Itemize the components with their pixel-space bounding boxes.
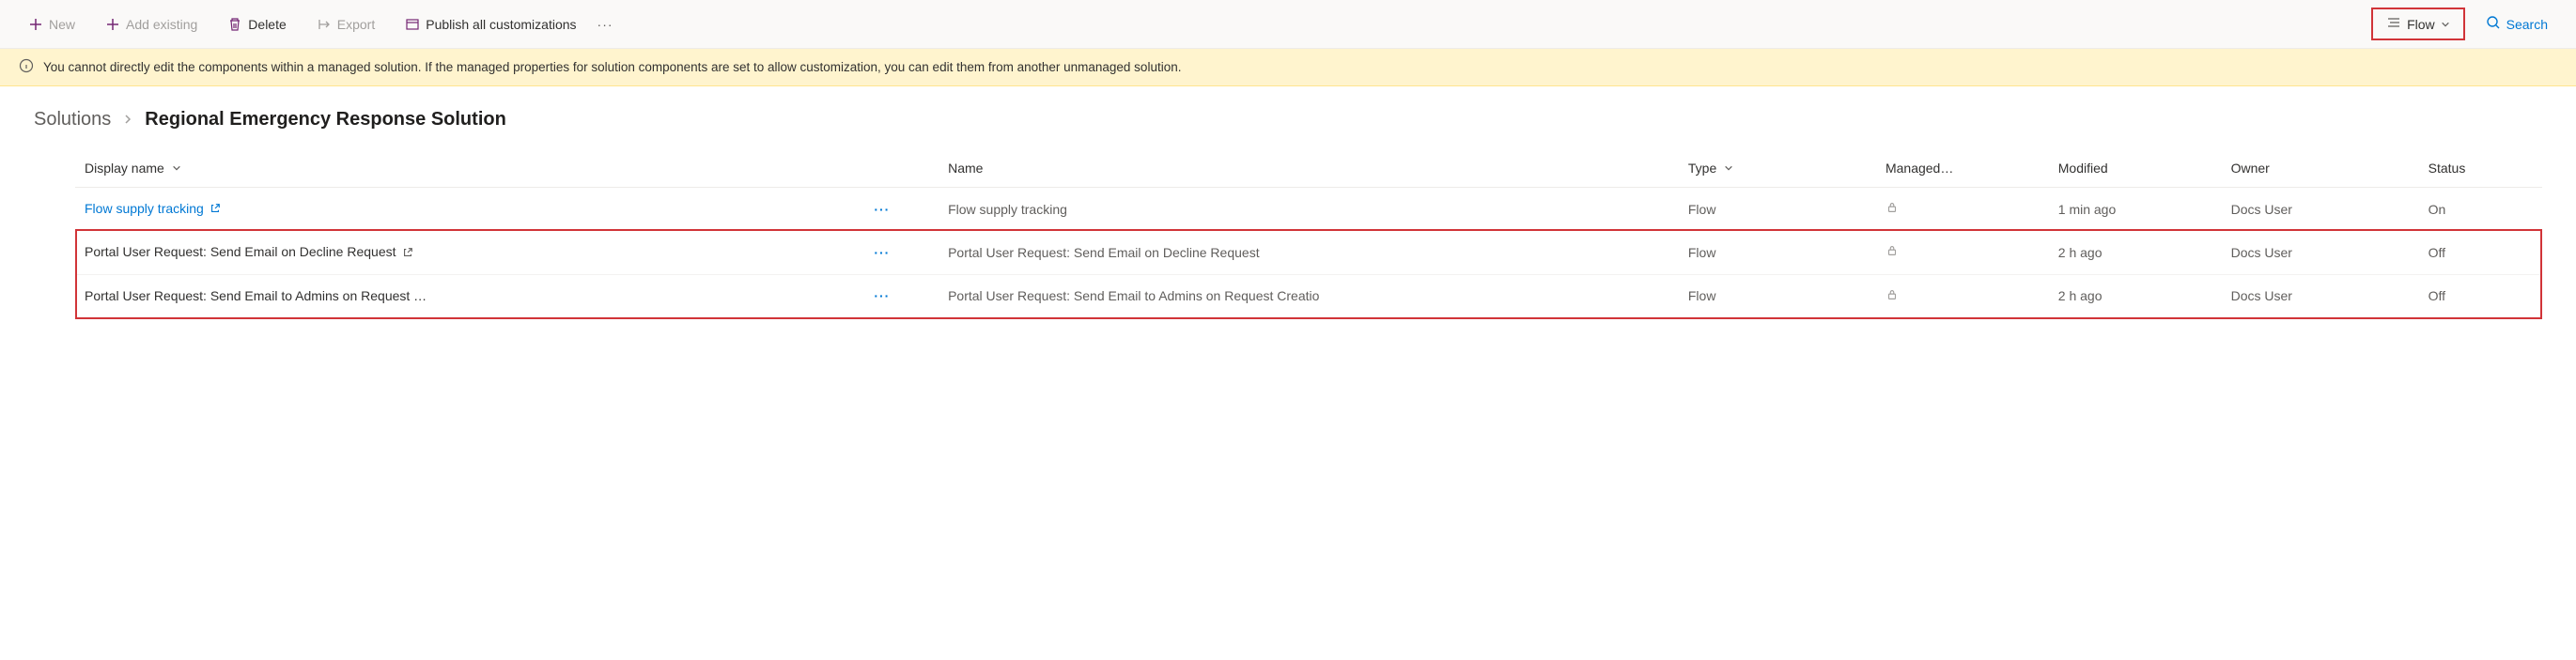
external-link-icon[interactable] xyxy=(402,246,413,261)
col-status-label: Status xyxy=(2429,161,2466,176)
col-status[interactable]: Status xyxy=(2419,149,2542,188)
new-label: New xyxy=(49,17,75,32)
export-label: Export xyxy=(337,17,375,32)
chevron-right-icon xyxy=(122,109,133,130)
cell-name: Portal User Request: Send Email to Admin… xyxy=(939,274,1679,317)
search-icon xyxy=(2486,15,2501,33)
publish-button[interactable]: Publish all customizations xyxy=(396,11,585,38)
col-name-label: Name xyxy=(948,161,983,176)
lock-icon xyxy=(1885,289,1899,304)
cell-row-actions: ··· xyxy=(864,188,939,231)
info-icon xyxy=(19,58,34,76)
col-display-name[interactable]: Display name xyxy=(75,149,864,188)
plus-icon xyxy=(105,17,120,32)
components-table: Display name Name Type Managed… Modified… xyxy=(75,149,2542,318)
table-row[interactable]: Flow supply tracking ··· Flow supply track… xyxy=(75,188,2542,231)
add-existing-label: Add existing xyxy=(126,17,197,32)
cell-status: Off xyxy=(2419,274,2542,317)
more-commands-icon[interactable]: ··· xyxy=(597,17,613,32)
col-name[interactable]: Name xyxy=(939,149,1679,188)
col-display-name-label: Display name xyxy=(85,161,164,176)
toolbar-right: Flow Search xyxy=(2371,8,2557,40)
chevron-down-icon xyxy=(2441,17,2450,32)
plus-icon xyxy=(28,17,43,32)
row-more-actions-icon[interactable]: ··· xyxy=(874,245,890,260)
export-button[interactable]: Export xyxy=(307,11,384,38)
cell-display-name: Portal User Request: Send Email to Admin… xyxy=(75,274,864,317)
delete-label: Delete xyxy=(248,17,286,32)
new-button[interactable]: New xyxy=(19,11,85,38)
cell-owner: Docs User xyxy=(2222,188,2419,231)
delete-button[interactable]: Delete xyxy=(218,11,295,38)
trash-icon xyxy=(227,17,242,32)
flow-label: Flow xyxy=(2407,17,2435,32)
cell-modified: 1 min ago xyxy=(2049,188,2222,231)
breadcrumb-current: Regional Emergency Response Solution xyxy=(145,109,506,130)
cell-owner: Docs User xyxy=(2222,274,2419,317)
cell-display-name: Portal User Request: Send Email on Decli… xyxy=(75,231,864,274)
col-type[interactable]: Type xyxy=(1679,149,1876,188)
lock-icon xyxy=(1885,202,1899,217)
external-link-icon[interactable] xyxy=(209,202,221,217)
cell-managed xyxy=(1876,274,2049,317)
cell-row-actions: ··· xyxy=(864,231,939,274)
col-owner-label: Owner xyxy=(2231,161,2270,176)
command-bar: New Add existing Delete Export Publish a… xyxy=(0,0,2576,49)
search-label: Search xyxy=(2506,17,2548,32)
table-row[interactable]: Portal User Request: Send Email to Admin… xyxy=(75,274,2542,317)
row-more-actions-icon[interactable]: ··· xyxy=(874,202,890,217)
cell-status: On xyxy=(2419,188,2542,231)
col-owner[interactable]: Owner xyxy=(2222,149,2419,188)
breadcrumb-root[interactable]: Solutions xyxy=(34,109,111,130)
chevron-down-icon xyxy=(1724,161,1733,176)
table-row[interactable]: Portal User Request: Send Email on Decli… xyxy=(75,231,2542,274)
export-icon xyxy=(317,17,332,32)
cell-type: Flow xyxy=(1679,188,1876,231)
flow-icon xyxy=(2386,15,2401,33)
cell-managed xyxy=(1876,188,2049,231)
notice-text: You cannot directly edit the components … xyxy=(43,60,1181,74)
cell-type: Flow xyxy=(1679,231,1876,274)
cell-modified: 2 h ago xyxy=(2049,231,2222,274)
table-header-row: Display name Name Type Managed… Modified… xyxy=(75,149,2542,188)
search-button[interactable]: Search xyxy=(2476,9,2557,38)
cell-name: Flow supply tracking xyxy=(939,188,1679,231)
info-notice: You cannot directly edit the components … xyxy=(0,49,2576,86)
breadcrumb: Solutions Regional Emergency Response So… xyxy=(0,86,2576,149)
cell-status: Off xyxy=(2419,231,2542,274)
cell-owner: Docs User xyxy=(2222,231,2419,274)
publish-icon xyxy=(405,17,420,32)
cell-managed xyxy=(1876,231,2049,274)
row-more-actions-icon[interactable]: ··· xyxy=(874,288,890,303)
publish-label: Publish all customizations xyxy=(426,17,576,32)
col-managed[interactable]: Managed… xyxy=(1876,149,2049,188)
cell-name: Portal User Request: Send Email on Decli… xyxy=(939,231,1679,274)
flow-dropdown[interactable]: Flow xyxy=(2371,8,2465,40)
col-managed-label: Managed… xyxy=(1885,161,1953,176)
col-type-label: Type xyxy=(1688,161,1716,176)
cell-row-actions: ··· xyxy=(864,274,939,317)
add-existing-button[interactable]: Add existing xyxy=(96,11,207,38)
lock-icon xyxy=(1885,245,1899,260)
col-modified-label: Modified xyxy=(2058,161,2108,176)
cell-type: Flow xyxy=(1679,274,1876,317)
cell-modified: 2 h ago xyxy=(2049,274,2222,317)
display-name-link[interactable]: Flow supply tracking xyxy=(85,201,204,216)
col-modified[interactable]: Modified xyxy=(2049,149,2222,188)
cell-display-name: Flow supply tracking xyxy=(75,188,864,231)
chevron-down-icon xyxy=(172,161,181,176)
